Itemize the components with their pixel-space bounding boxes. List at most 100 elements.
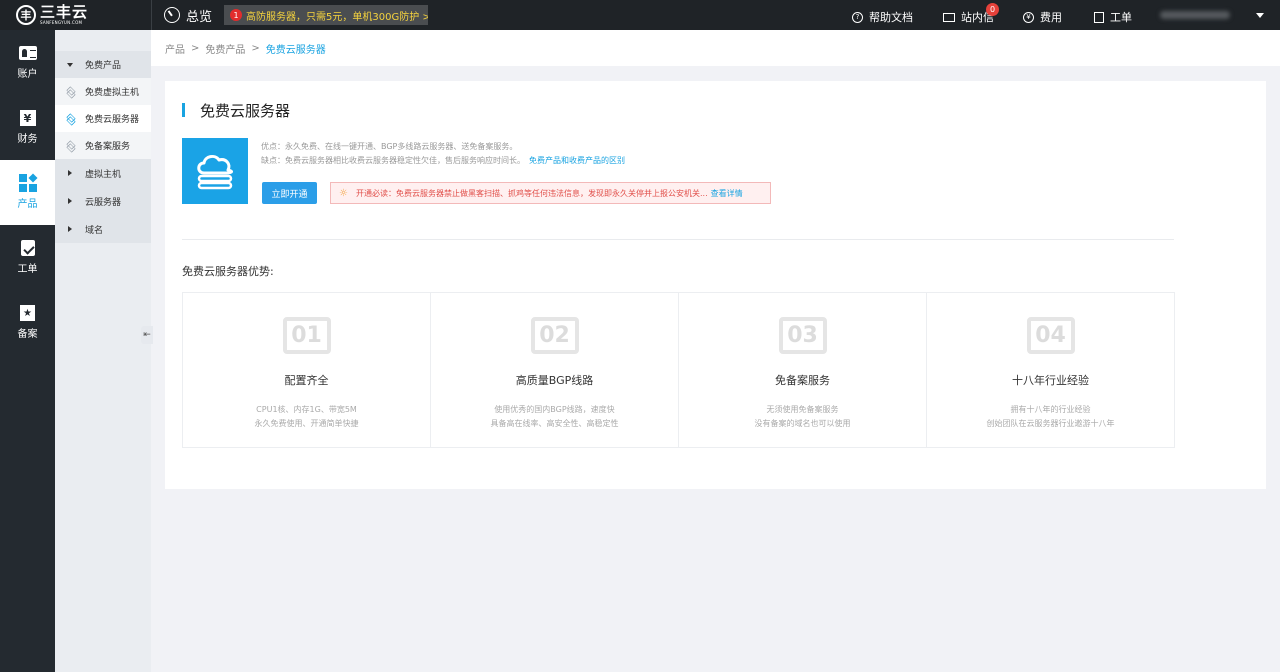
subnav-group-label: 云服务器 [85,197,122,208]
title-accent-bar [182,103,185,117]
advantages-grid: 01 配置齐全 CPU1核、内存1G、带宽5M 永久免费使用、开通简单快捷 02… [182,292,1175,448]
advantage-number: 04 [1026,317,1075,354]
caret-right-icon [68,226,72,232]
subnav-item-free-vhost[interactable]: 免费虚拟主机 [55,78,151,105]
main-card: 免费云服务器 优点：永久免费、在线一键开通、BGP多线路云服务器、送免备案服务。… [165,81,1266,489]
advantage-card: 04 十八年行业经验 拥有十八年的行业经验 创始团队在云服务器行业遨游十八年 [927,293,1174,447]
subnav-group-label: 域名 [85,225,104,236]
nav-product[interactable]: 产品 [0,160,55,225]
advantage-desc: 使用优秀的国内BGP线路，速度快 [494,405,615,414]
cloud-server-icon [182,138,248,204]
mail-icon [943,12,955,22]
advantage-card: 01 配置齐全 CPU1核、内存1G、带宽5M 永久免费使用、开通简单快捷 [183,293,431,447]
breadcrumb-root[interactable]: 产品 [165,41,185,56]
billing-link[interactable]: ¥ 费用 [1023,9,1062,25]
notice-detail-link[interactable]: 查看详情 [711,188,743,199]
cons-text: 缺点：免费云服务器相比收费云服务器稳定性欠佳，售后服务响应时间长。 [261,156,525,165]
topbar-divider [151,0,152,30]
nav-ticket[interactable]: 工单 [0,225,55,290]
nav-account-label: 账户 [17,69,38,80]
advantage-desc: 无须使用免备案服务 [766,405,839,414]
advantage-desc: 永久免费使用、开通简单快捷 [254,419,359,428]
nav-record-label: 备案 [17,329,38,340]
breadcrumb-current: 免费云服务器 [265,44,326,56]
subnav-item-no-record[interactable]: 免备案服务 [55,132,151,159]
record-icon: ★ [20,305,35,321]
logo[interactable]: 丰 三丰云 SANFENGYUN.COM [0,0,151,30]
layers-icon [65,87,75,97]
subnav-header-free-products[interactable]: 免费产品 [55,51,151,78]
subnav-group-label: 虚拟主机 [85,169,122,180]
finance-icon: ¥ [19,110,36,126]
dashboard-icon [164,7,180,23]
advantage-desc: 创始团队在云服务器行业遨游十八年 [986,419,1115,428]
nav-record[interactable]: ★ 备案 [0,290,55,355]
chevron-down-icon[interactable] [1256,13,1264,18]
advantage-card: 03 免备案服务 无须使用免备案服务 没有备案的域名也可以使用 [679,293,927,447]
advantage-number: 01 [282,317,331,354]
overview-label: 总览 [186,9,213,25]
sub-nav: 免费产品 免费虚拟主机 免费云服务器 免备案服务 虚拟主机 云服务器 域名 [55,30,151,672]
nav-product-label: 产品 [17,199,38,210]
account-icon [18,46,37,60]
logo-text: 三丰云 [40,3,89,21]
nav-finance-label: 财务 [17,134,38,145]
nav-ticket-label: 工单 [17,264,38,275]
advantage-card: 02 高质量BGP线路 使用优秀的国内BGP线路，速度快 具备高在线率、高安全性… [431,293,679,447]
subnav-item-label: 免备案服务 [85,142,131,152]
user-account-name[interactable] [1160,11,1230,19]
breadcrumb-separator: > [251,42,260,54]
pros-text: 优点：永久免费、在线一键开通、BGP多线路云服务器、送免备案服务。 [261,142,518,151]
page-title: 免费云服务器 [200,102,291,120]
tickets-link[interactable]: 工单 [1094,9,1132,25]
tickets-label: 工单 [1110,11,1132,24]
logo-mark-icon: 丰 [16,5,36,25]
top-bar: 丰 三丰云 SANFENGYUN.COM 总览 1 高防服务器，只需5元，单机3… [0,0,1280,30]
subnav-item-label: 免费云服务器 [85,115,140,125]
main-nav: 账户 ¥ 财务 产品 工单 ★ 备案 [0,30,55,672]
promo-badge: 1 [230,9,242,21]
advantage-desc: 具备高在线率、高安全性、高稳定性 [490,419,619,428]
lightbulb-icon: ☼ [339,187,348,199]
caret-down-icon [67,62,73,67]
advantage-name: 配置齐全 [284,374,329,387]
question-icon: ? [852,11,863,23]
compare-link[interactable]: 免费产品和收费产品的区别 [529,156,625,165]
product-icon [18,173,38,192]
notice-text: 开通必读：免费云服务器禁止做黑客扫描、抓鸡等任何违法信息，发现即永久关停并上报公… [356,188,708,198]
caret-right-icon [68,170,72,176]
breadcrumb-parent[interactable]: 免费产品 [205,41,245,56]
overview-link[interactable]: 总览 [164,0,212,30]
advantage-number: 03 [778,317,827,354]
document-icon [1094,11,1104,23]
advantage-desc: 没有备案的域名也可以使用 [754,419,851,428]
billing-label: 费用 [1040,11,1062,24]
subnav-group-domain[interactable]: 域名 [55,215,151,243]
advantage-desc: 拥有十八年的行业经验 [1010,405,1091,414]
advantage-name: 十八年行业经验 [1012,374,1089,387]
nav-account[interactable]: 账户 [0,30,55,95]
promo-banner[interactable]: 1 高防服务器，只需5元，单机300G防护 >查看 [224,5,428,25]
subnav-item-label: 免费虚拟主机 [85,88,140,98]
subnav-header-label: 免费产品 [85,61,122,71]
open-now-button[interactable]: 立即开通 [262,182,317,204]
product-intro: 优点：永久免费、在线一键开通、BGP多线路云服务器、送免备案服务。 缺点：免费云… [261,140,625,168]
subnav-item-free-cloud-server[interactable]: 免费云服务器 [55,105,151,132]
layers-icon [65,114,75,124]
help-label: 帮助文档 [869,11,913,24]
subnav-group-cloud-server[interactable]: 云服务器 [55,187,151,215]
help-docs-link[interactable]: ? 帮助文档 [852,9,913,25]
nav-finance[interactable]: ¥ 财务 [0,95,55,160]
subnav-group-vhost[interactable]: 虚拟主机 [55,159,151,187]
advantage-name: 免备案服务 [775,374,830,387]
cloud-icon [197,154,233,190]
layers-icon [65,141,75,151]
advantage-number: 02 [530,317,579,354]
breadcrumb-separator: > [191,42,200,54]
breadcrumb: 产品 > 免费产品 > 免费云服务器 [151,30,1280,66]
collapse-sidebar-icon[interactable]: ⇤ [141,326,153,344]
advantage-name: 高质量BGP线路 [515,374,594,387]
yen-icon: ¥ [1023,11,1034,23]
messages-link[interactable]: 站内信 0 [943,3,999,25]
divider [182,239,1174,240]
